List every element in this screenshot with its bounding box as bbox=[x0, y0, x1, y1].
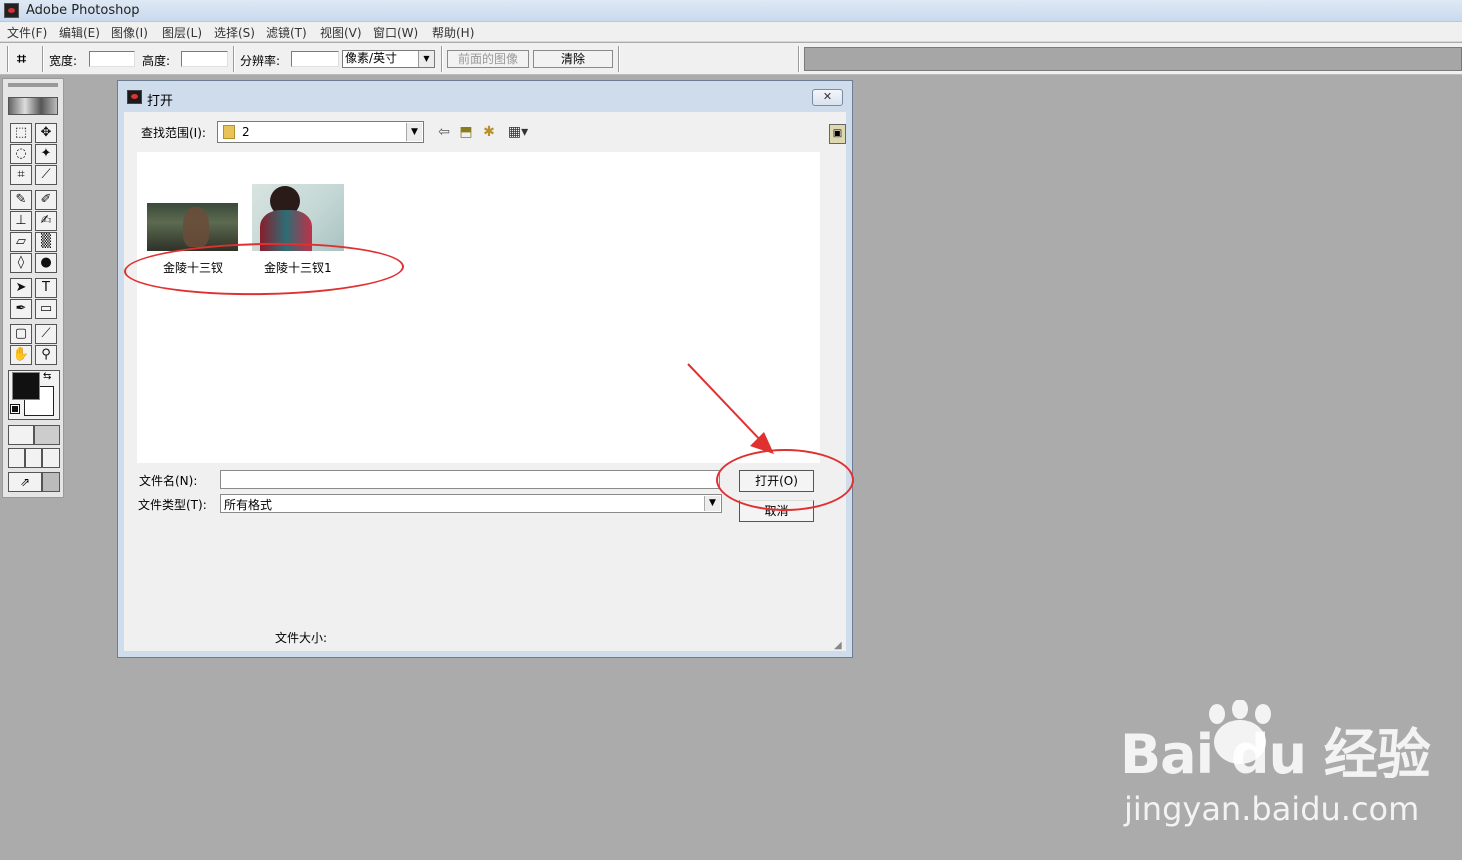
rectangle-tool-icon[interactable]: ▭ bbox=[35, 299, 57, 319]
options-divider bbox=[233, 46, 235, 72]
filetype-value: 所有格式 bbox=[224, 498, 273, 512]
menu-file[interactable]: 文件(F) bbox=[7, 24, 47, 41]
magic-wand-tool-icon[interactable]: ✦ bbox=[35, 144, 57, 164]
foreground-color-swatch-front[interactable] bbox=[12, 372, 40, 400]
options-divider bbox=[42, 46, 44, 72]
menu-view[interactable]: 视图(V) bbox=[320, 24, 362, 41]
menu-filter[interactable]: 滤镜(T) bbox=[266, 24, 307, 41]
file-size-label: 文件大小: bbox=[275, 631, 328, 645]
menu-layer[interactable]: 图层(L) bbox=[162, 24, 202, 41]
chevron-down-icon: ▼ bbox=[704, 496, 720, 511]
look-in-dropdown[interactable]: 2 ▼ bbox=[217, 121, 424, 143]
clear-button[interactable]: 清除 bbox=[533, 50, 613, 68]
resize-grip-icon[interactable]: ◢ bbox=[834, 640, 846, 652]
menu-edit[interactable]: 编辑(E) bbox=[59, 24, 100, 41]
full-screen-menu-mode-icon[interactable] bbox=[25, 448, 42, 468]
move-tool-icon[interactable]: ✥ bbox=[35, 123, 57, 143]
blur-tool-icon[interactable]: ◊ bbox=[10, 253, 32, 273]
baidu-watermark: Bai du 经验 bbox=[1120, 723, 1431, 786]
history-brush-tool-icon[interactable]: ✍ bbox=[35, 211, 57, 231]
preview-toggle-icon[interactable]: ▣ bbox=[829, 124, 846, 144]
photoshop-logo[interactable] bbox=[8, 97, 58, 115]
gradient-tool-icon[interactable]: ▒ bbox=[35, 232, 57, 252]
resolution-input[interactable] bbox=[291, 51, 339, 67]
chevron-down-icon: ▼ bbox=[406, 123, 422, 141]
filetype-label: 文件类型(T): bbox=[138, 498, 207, 512]
filename-input[interactable] bbox=[220, 470, 720, 489]
resolution-unit-value: 像素/英寸 bbox=[345, 51, 398, 65]
marquee-tool-icon[interactable]: ⬚ bbox=[10, 123, 32, 143]
filename-label: 文件名(N): bbox=[139, 474, 198, 488]
hand-tool-icon[interactable]: ✋ bbox=[10, 345, 32, 365]
eraser-tool-icon[interactable]: ▱ bbox=[10, 232, 32, 252]
menu-window[interactable]: 窗口(W) bbox=[373, 24, 418, 41]
photoshop-app-icon bbox=[4, 3, 19, 18]
imageready-icon[interactable] bbox=[42, 472, 60, 492]
back-arrow-icon[interactable]: ⇦ bbox=[434, 123, 454, 141]
healing-brush-tool-icon[interactable]: ✎ bbox=[10, 190, 32, 210]
annotation-arrow bbox=[687, 363, 774, 454]
options-divider bbox=[798, 46, 800, 72]
standard-mode-icon[interactable] bbox=[8, 425, 34, 445]
slice-tool-icon[interactable]: ⟋ bbox=[35, 165, 57, 185]
default-colors-icon[interactable] bbox=[10, 404, 20, 414]
height-input[interactable] bbox=[181, 51, 228, 67]
baidu-watermark-url: jingyan.baidu.com bbox=[1124, 790, 1420, 828]
brush-tool-icon[interactable]: ✐ bbox=[35, 190, 57, 210]
look-in-value: 2 bbox=[242, 125, 250, 139]
toolbox-title-bar[interactable] bbox=[8, 83, 58, 87]
app-title: Adobe Photoshop bbox=[26, 3, 140, 18]
resolution-unit-select[interactable]: 像素/英寸 ▼ bbox=[342, 50, 435, 68]
clone-stamp-tool-icon[interactable]: ⊥ bbox=[10, 211, 32, 231]
resolution-label: 分辨率: bbox=[240, 54, 281, 68]
options-divider bbox=[441, 46, 443, 72]
chevron-down-icon: ▼ bbox=[418, 51, 434, 67]
options-divider bbox=[7, 46, 9, 72]
pen-tool-icon[interactable]: ✒ bbox=[10, 299, 32, 319]
height-label: 高度: bbox=[142, 54, 171, 68]
view-menu-icon[interactable]: ▦▾ bbox=[503, 123, 533, 141]
menu-select[interactable]: 选择(S) bbox=[214, 24, 255, 41]
dodge-tool-icon[interactable]: ● bbox=[35, 253, 57, 273]
crop-tool-icon[interactable]: ⌗ bbox=[10, 165, 32, 185]
title-bar bbox=[0, 0, 1462, 22]
eyedropper-tool-icon[interactable]: ⟋ bbox=[35, 324, 57, 344]
toolbox: ⬚ ✥ ◌ ✦ ⌗ ⟋ ✎ ✐ ⊥ ✍ ▱ ▒ ◊ ● ➤ T ✒ ▭ ▢ ⟋ … bbox=[2, 78, 64, 498]
menu-bar: 文件(F) 编辑(E) 图像(I) 图层(L) 选择(S) 滤镜(T) 视图(V… bbox=[0, 22, 1462, 42]
dialog-app-icon bbox=[127, 90, 142, 104]
jump-to-imageready-icon[interactable]: ⇗ bbox=[8, 472, 42, 492]
notes-tool-icon[interactable]: ▢ bbox=[10, 324, 32, 344]
up-folder-icon[interactable]: ⬒ bbox=[456, 123, 476, 141]
front-image-button[interactable]: 前面的图像 bbox=[447, 50, 529, 68]
file-thumbnail[interactable] bbox=[252, 184, 344, 251]
quick-mask-mode-icon[interactable] bbox=[34, 425, 60, 445]
close-button[interactable]: ✕ bbox=[812, 89, 843, 106]
swap-colors-icon[interactable]: ⇆ bbox=[43, 371, 51, 382]
path-selection-tool-icon[interactable]: ➤ bbox=[10, 278, 32, 298]
new-folder-icon[interactable]: ✱ bbox=[479, 123, 499, 141]
lasso-tool-icon[interactable]: ◌ bbox=[10, 144, 32, 164]
dialog-title: 打开 bbox=[147, 94, 174, 109]
options-divider bbox=[618, 46, 620, 72]
standard-screen-mode-icon[interactable] bbox=[8, 448, 25, 468]
look-in-label: 查找范围(I): bbox=[141, 126, 206, 140]
zoom-tool-icon[interactable]: ⚲ bbox=[35, 345, 57, 365]
menu-image[interactable]: 图像(I) bbox=[111, 24, 148, 41]
menu-help[interactable]: 帮助(H) bbox=[432, 24, 474, 41]
type-tool-icon[interactable]: T bbox=[35, 278, 57, 298]
width-label: 宽度: bbox=[49, 54, 78, 68]
palette-well[interactable] bbox=[804, 47, 1462, 71]
crop-tool-icon[interactable]: ⌗ bbox=[17, 49, 26, 69]
filetype-dropdown[interactable]: 所有格式 ▼ bbox=[220, 494, 722, 513]
width-input[interactable] bbox=[89, 51, 135, 67]
full-screen-mode-icon[interactable] bbox=[42, 448, 60, 468]
folder-icon bbox=[223, 125, 235, 139]
